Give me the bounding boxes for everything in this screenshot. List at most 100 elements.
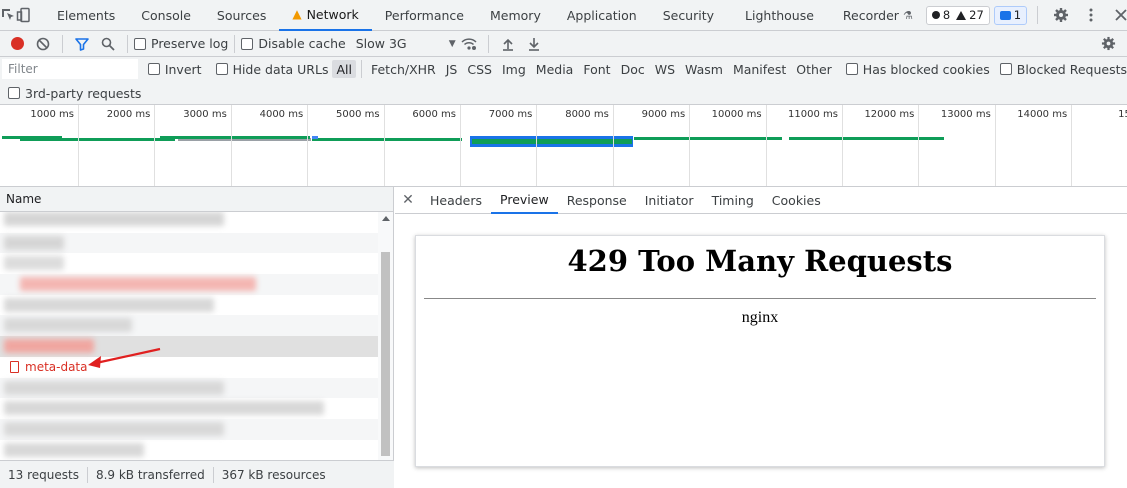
tab-timing[interactable]: Timing xyxy=(703,187,763,214)
redacted-text xyxy=(4,401,324,416)
throttling-value: Slow 3G xyxy=(355,36,407,51)
transferred-size: 8.9 kB transferred xyxy=(95,467,205,482)
invert-checkbox[interactable]: Invert xyxy=(147,62,202,77)
tab-console[interactable]: Console xyxy=(128,0,204,31)
filter-input[interactable]: Filter xyxy=(2,59,138,79)
redacted-text xyxy=(4,318,132,333)
type-filter-media[interactable]: Media xyxy=(532,60,578,78)
tab-performance[interactable]: Performance xyxy=(372,0,477,31)
request-name: meta-data xyxy=(25,360,88,375)
timeline-tick-label: 1500 xyxy=(1118,109,1127,120)
checkbox-box[interactable] xyxy=(8,87,20,99)
type-filter-wasm[interactable]: Wasm xyxy=(681,60,727,78)
tab-recorder[interactable]: Recorder ⚗ xyxy=(830,0,926,31)
type-filter-manifest[interactable]: Manifest xyxy=(729,60,790,78)
type-filter-img[interactable]: Img xyxy=(498,60,530,78)
network-settings-gear-icon[interactable] xyxy=(1095,31,1121,57)
checkbox-box[interactable] xyxy=(147,63,160,75)
table-row[interactable] xyxy=(0,315,378,337)
preserve-log-checkbox[interactable]: Preserve log xyxy=(134,36,228,51)
filter-funnel-icon[interactable] xyxy=(69,31,95,57)
throttling-select[interactable]: Slow 3G ▼ xyxy=(356,36,456,51)
tab-security[interactable]: Security xyxy=(650,0,727,31)
has-blocked-cookies-checkbox[interactable]: Has blocked cookies xyxy=(845,62,990,77)
issues-counter[interactable]: 8 27 xyxy=(925,5,990,25)
close-details-icon[interactable]: ✕ xyxy=(395,192,421,208)
table-row[interactable] xyxy=(0,232,378,254)
network-conditions-icon[interactable] xyxy=(456,31,482,57)
table-row[interactable] xyxy=(0,418,378,440)
tab-memory[interactable]: Memory xyxy=(477,0,554,31)
network-overview-timeline[interactable]: 1000 ms 2000 ms 3000 ms 4000 ms 5000 ms 6000 … xyxy=(0,105,1127,187)
checkbox-box[interactable] xyxy=(134,37,146,50)
checkbox-box[interactable] xyxy=(845,63,858,75)
scrollbar-thumb[interactable] xyxy=(381,252,390,456)
waterfall-bar xyxy=(634,137,782,140)
type-filter-font[interactable]: Font xyxy=(579,60,614,78)
checkbox-box[interactable] xyxy=(241,37,254,50)
tab-initiator[interactable]: Initiator xyxy=(636,187,703,214)
devtools-tab-bar: Elements Console Sources ▲ Network Perfor… xyxy=(0,0,1127,31)
timeline-gridline xyxy=(994,105,996,186)
waterfall-bar xyxy=(312,138,462,141)
type-filter-js[interactable]: JS xyxy=(442,60,462,78)
inspect-element-icon[interactable] xyxy=(0,0,16,31)
timeline-tick-label: 9000 ms xyxy=(641,109,686,120)
import-har-icon[interactable] xyxy=(495,31,521,57)
tab-network[interactable]: ▲ Network xyxy=(279,0,372,31)
table-row[interactable] xyxy=(0,212,378,233)
checkbox-box[interactable] xyxy=(215,63,228,75)
table-row[interactable] xyxy=(0,253,378,274)
tab-response[interactable]: Response xyxy=(558,187,636,214)
tab-preview[interactable]: Preview xyxy=(491,187,558,214)
type-filter-fetch-xhr[interactable]: Fetch/XHR xyxy=(367,60,440,78)
close-devtools-icon[interactable] xyxy=(1108,0,1127,31)
divider xyxy=(360,60,362,78)
device-toolbar-icon[interactable] xyxy=(16,0,32,31)
table-row[interactable] xyxy=(0,336,378,357)
name-column-header[interactable]: Name xyxy=(0,187,393,212)
table-row[interactable] xyxy=(0,295,378,316)
tab-elements[interactable]: Elements xyxy=(44,0,128,31)
more-options-icon[interactable] xyxy=(1078,0,1104,31)
record-icon[interactable] xyxy=(4,31,30,57)
blocked-requests-checkbox[interactable]: Blocked Requests xyxy=(999,62,1127,77)
type-filter-other[interactable]: Other xyxy=(792,60,836,78)
scroll-up-icon[interactable] xyxy=(382,216,390,221)
preview-heading: 429 Too Many Requests xyxy=(567,244,953,278)
type-filter-ws[interactable]: WS xyxy=(651,60,679,78)
table-row[interactable] xyxy=(0,377,378,399)
timeline-gridline xyxy=(1071,105,1073,186)
tab-headers[interactable]: Headers xyxy=(421,187,491,214)
details-tab-bar: ✕ Headers Preview Response Initiator Tim… xyxy=(395,187,1127,214)
timeline-tick-label: 6000 ms xyxy=(412,109,456,120)
type-filter-css[interactable]: CSS xyxy=(463,60,496,78)
messages-counter[interactable]: 1 xyxy=(993,5,1028,25)
tab-lighthouse[interactable]: Lighthouse xyxy=(727,0,830,31)
type-filter-doc[interactable]: Doc xyxy=(617,60,649,78)
request-details-panel: ✕ Headers Preview Response Initiator Tim… xyxy=(395,187,1127,488)
resource-type-filters: All Fetch/XHR JS CSS Img Media Font Doc … xyxy=(332,60,835,78)
search-icon[interactable] xyxy=(95,31,121,57)
table-row[interactable] xyxy=(0,440,378,460)
timeline-gridline xyxy=(765,105,767,186)
request-list-scrollbar[interactable] xyxy=(378,212,393,460)
disable-cache-checkbox[interactable]: Disable cache xyxy=(241,36,346,51)
table-row[interactable] xyxy=(0,274,378,295)
tab-cookies[interactable]: Cookies xyxy=(763,187,830,214)
message-count: 1 xyxy=(1013,8,1022,22)
type-filter-all[interactable]: All xyxy=(332,60,356,78)
clear-icon[interactable] xyxy=(30,31,56,57)
tab-application[interactable]: Application xyxy=(554,0,650,31)
third-party-requests-checkbox[interactable]: 3rd-party requests xyxy=(8,86,141,101)
divider xyxy=(127,34,128,53)
tab-sources[interactable]: Sources xyxy=(204,0,279,31)
export-har-icon[interactable] xyxy=(521,31,547,57)
settings-gear-icon[interactable] xyxy=(1048,0,1074,31)
checkbox-box[interactable] xyxy=(999,63,1012,75)
table-row[interactable] xyxy=(0,398,378,419)
hide-data-urls-checkbox[interactable]: Hide data URLs xyxy=(215,62,328,77)
warning-count: 27 xyxy=(969,8,984,22)
timeline-gridline xyxy=(460,105,461,186)
table-row-meta-data[interactable]: meta-data xyxy=(0,357,378,378)
